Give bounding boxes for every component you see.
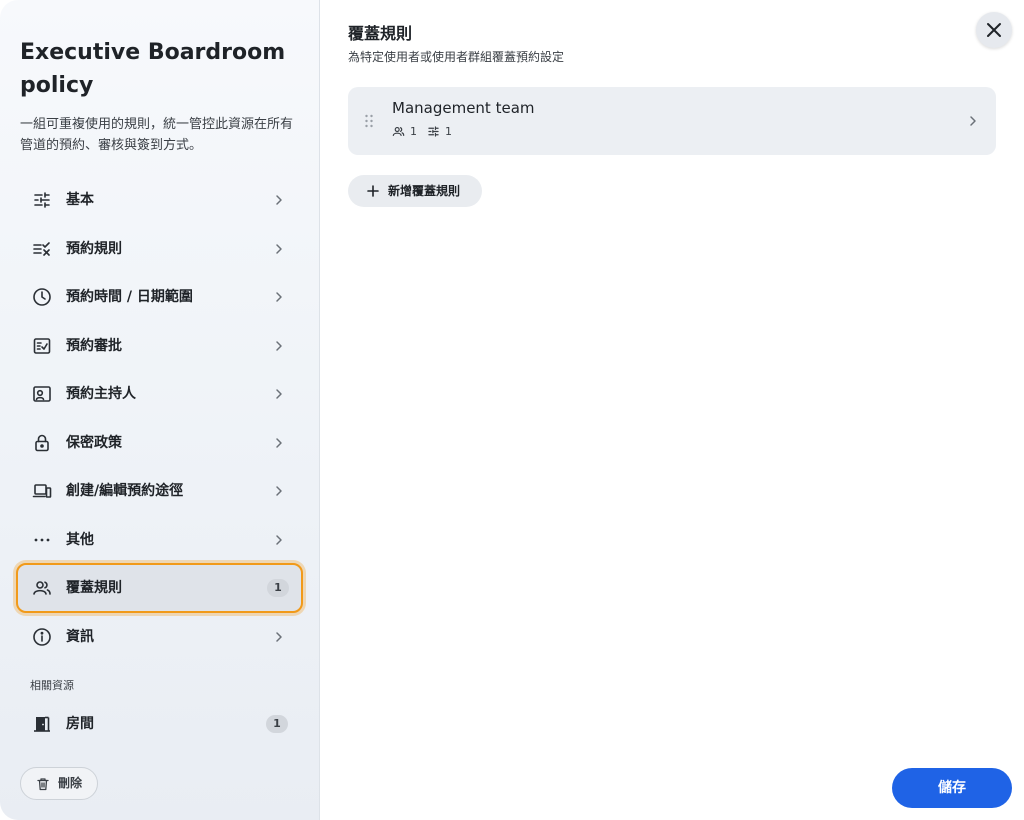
chevron-right-icon	[272, 290, 286, 304]
sidebar-item-label: 預約時間 / 日期範圍	[66, 289, 193, 305]
chevron-right-icon	[272, 484, 286, 498]
chevron-right-icon	[272, 387, 286, 401]
sidebar-item-time-range[interactable]: 預約時間 / 日期範圍	[20, 277, 300, 317]
sidebar-item-label: 預約規則	[66, 241, 122, 257]
drag-handle-icon[interactable]	[364, 113, 374, 129]
sidebar-item-info[interactable]: 資訊	[20, 617, 300, 657]
settings-count: 1	[445, 125, 452, 138]
sidebar-item-basic[interactable]: 基本	[20, 180, 300, 220]
sidebar-item-rooms[interactable]: 房間 1	[20, 704, 300, 744]
count-badge: 1	[267, 579, 289, 597]
sliders-icon	[32, 190, 52, 210]
sliders-icon	[427, 125, 440, 138]
sidebar-item-privacy[interactable]: 保密政策	[20, 423, 300, 463]
checklist-icon	[32, 239, 52, 259]
users-count: 1	[410, 125, 417, 138]
host-icon	[32, 384, 52, 404]
clock-icon	[32, 287, 52, 307]
delete-label: 刪除	[58, 776, 83, 790]
chevron-right-icon	[272, 630, 286, 644]
sidebar-item-label: 其他	[66, 532, 94, 548]
plus-icon	[366, 184, 380, 198]
chevron-right-icon	[272, 242, 286, 256]
rule-meta: 1 1	[392, 125, 462, 138]
approval-icon	[32, 336, 52, 356]
trash-icon	[36, 777, 50, 791]
sidebar-item-label: 基本	[66, 192, 94, 208]
chevron-right-icon	[272, 193, 286, 207]
sidebar: Executive Boardroom policy 一組可重複使用的規則，統一…	[0, 0, 320, 820]
sidebar-item-host[interactable]: 預約主持人	[20, 374, 300, 414]
sidebar-item-other[interactable]: 其他	[20, 520, 300, 560]
sidebar-item-channels[interactable]: 創建/編輯預約途徑	[20, 471, 300, 511]
sidebar-item-label: 保密政策	[66, 435, 122, 451]
related-resources-heading: 相關資源	[30, 679, 74, 692]
rule-name: Management team	[392, 99, 535, 117]
delete-button[interactable]: 刪除	[20, 767, 98, 800]
door-icon	[32, 714, 52, 734]
more-icon	[32, 530, 52, 550]
users-icon	[32, 578, 52, 598]
chevron-right-icon	[272, 436, 286, 450]
lock-icon	[32, 433, 52, 453]
add-override-rule-button[interactable]: 新增覆蓋規則	[348, 175, 482, 207]
sidebar-item-override-rules[interactable]: 覆蓋規則 1	[16, 563, 303, 613]
close-button[interactable]	[976, 12, 1012, 48]
chevron-right-icon	[272, 533, 286, 547]
sidebar-item-label: 覆蓋規則	[66, 580, 122, 596]
add-override-rule-label: 新增覆蓋規則	[388, 184, 461, 198]
sidebar-item-label: 創建/編輯預約途徑	[66, 483, 184, 499]
override-rule-card[interactable]: Management team 1 1	[348, 87, 996, 155]
page-title: 覆蓋規則	[348, 24, 413, 43]
save-button[interactable]: 儲存	[892, 768, 1012, 808]
chevron-right-icon	[272, 339, 286, 353]
sidebar-item-booking-rules[interactable]: 預約規則	[20, 229, 300, 269]
chevron-right-icon	[966, 114, 980, 128]
sidebar-item-label: 資訊	[66, 629, 94, 645]
devices-icon	[32, 481, 52, 501]
sidebar-item-label: 預約主持人	[66, 386, 136, 402]
policy-title: Executive Boardroom policy	[20, 40, 286, 98]
sidebar-item-approval[interactable]: 預約審批	[20, 326, 300, 366]
sidebar-item-label: 房間	[66, 716, 94, 732]
info-icon	[32, 627, 52, 647]
sidebar-item-label: 預約審批	[66, 338, 122, 354]
page-subtitle: 為特定使用者或使用者群組覆蓋預約設定	[348, 50, 565, 64]
users-icon	[392, 125, 405, 138]
policy-modal: Executive Boardroom policy 一組可重複使用的規則，統一…	[0, 0, 1024, 820]
count-badge: 1	[266, 715, 288, 733]
policy-description: 一組可重複使用的規則，統一管控此資源在所有管道的預約、審核與簽到方式。	[20, 117, 294, 153]
